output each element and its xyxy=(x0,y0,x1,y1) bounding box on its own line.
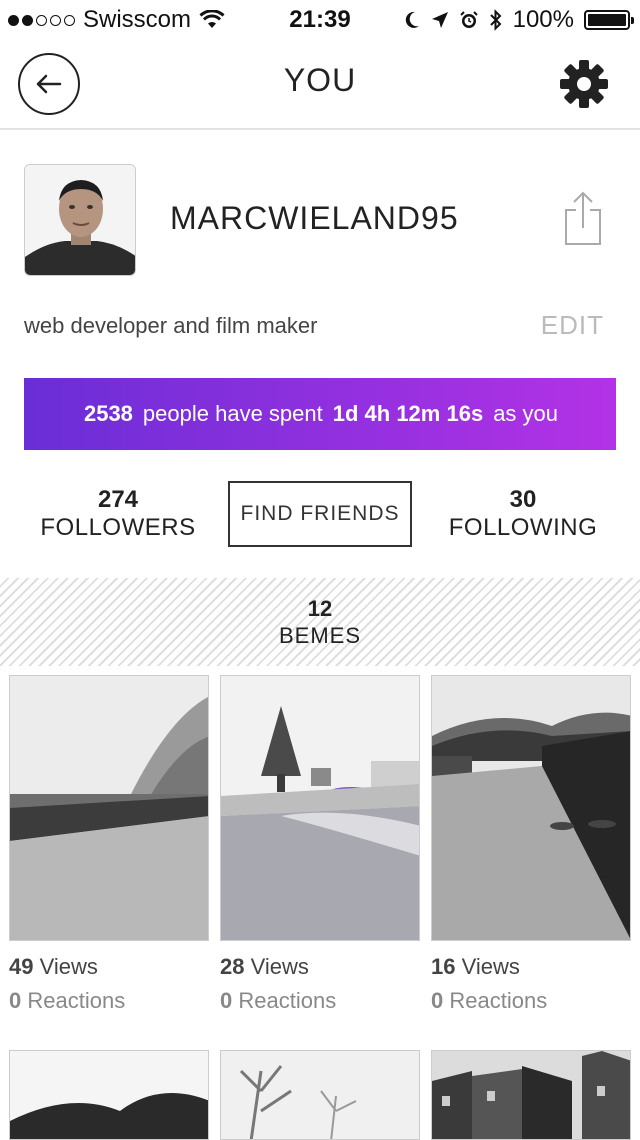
views-count: 16 xyxy=(431,954,456,979)
reactions-count: 0 xyxy=(9,988,22,1013)
followers-stat[interactable]: 274 FOLLOWERS xyxy=(18,486,218,542)
avatar-photo xyxy=(25,165,135,275)
time-spent-banner: 2538 people have spent 1d 4h 12m 16s as … xyxy=(24,378,616,450)
alarm-icon xyxy=(459,11,478,28)
views-label: Views xyxy=(39,954,98,979)
following-count: 30 xyxy=(509,486,537,513)
post-views: 16 Views xyxy=(431,953,631,981)
reactions-label: Reactions xyxy=(238,988,337,1013)
reactions-label: Reactions xyxy=(449,988,548,1013)
reactions-label: Reactions xyxy=(27,988,126,1013)
post-card[interactable]: 49 Views 0 Reactions xyxy=(9,675,209,1015)
share-icon xyxy=(565,191,601,245)
post-views: 28 Views xyxy=(220,953,420,981)
post-thumbnail[interactable] xyxy=(220,1050,420,1140)
views-label: Views xyxy=(461,954,520,979)
views-label: Views xyxy=(250,954,309,979)
bemes-label: BEMES xyxy=(278,623,362,648)
battery-percent: 100% xyxy=(512,6,574,33)
views-count: 28 xyxy=(220,954,245,979)
gear-icon xyxy=(560,60,608,108)
bluetooth-icon xyxy=(489,9,502,31)
views-count: 49 xyxy=(9,954,34,979)
people-count: 2538 xyxy=(83,401,133,426)
banner-text-mid: people have spent xyxy=(142,401,323,426)
battery-icon xyxy=(584,10,634,30)
location-icon xyxy=(431,12,448,28)
nav-bar: YOU xyxy=(0,40,640,130)
post-thumbnail[interactable] xyxy=(9,675,209,941)
find-friends-button[interactable]: FIND FRIENDS xyxy=(228,481,412,547)
bemes-count: 12 xyxy=(307,596,333,621)
followers-label: FOLLOWERS xyxy=(40,514,196,541)
post-views: 49 Views xyxy=(9,953,209,981)
reactions-count: 0 xyxy=(220,988,233,1013)
following-label: FOLLOWING xyxy=(448,514,598,541)
moon-icon xyxy=(405,11,419,28)
post-card[interactable]: 28 Views 0 Reactions xyxy=(220,675,420,1015)
bio-text: web developer and film maker xyxy=(24,313,318,338)
followers-count: 274 xyxy=(97,486,139,513)
post-thumbnail[interactable] xyxy=(9,1050,209,1140)
post-reactions: 0 Reactions xyxy=(431,987,631,1015)
post-thumbnail[interactable] xyxy=(431,675,631,941)
status-right: 100% xyxy=(403,6,634,34)
following-stat[interactable]: 30 FOLLOWING xyxy=(423,486,623,542)
post-thumbnail[interactable] xyxy=(220,675,420,941)
username: MARCWIELAND95 xyxy=(170,200,459,236)
time-spent-duration: 1d 4h 12m 16s xyxy=(332,401,484,426)
battery-fill xyxy=(588,14,626,26)
bemes-header: 12 BEMES xyxy=(0,578,640,666)
share-button[interactable] xyxy=(560,190,606,248)
avatar[interactable] xyxy=(24,164,136,276)
post-reactions: 0 Reactions xyxy=(220,987,420,1015)
status-bar: Swisscom 21:39 100% xyxy=(0,0,640,40)
settings-button[interactable] xyxy=(558,58,610,110)
reactions-count: 0 xyxy=(431,988,444,1013)
post-thumbnail[interactable] xyxy=(431,1050,631,1140)
page-title: YOU xyxy=(283,62,357,98)
post-reactions: 0 Reactions xyxy=(9,987,209,1015)
banner-text-end: as you xyxy=(493,401,559,426)
edit-button[interactable]: EDIT xyxy=(541,310,604,341)
post-card[interactable]: 16 Views 0 Reactions xyxy=(431,675,631,1015)
